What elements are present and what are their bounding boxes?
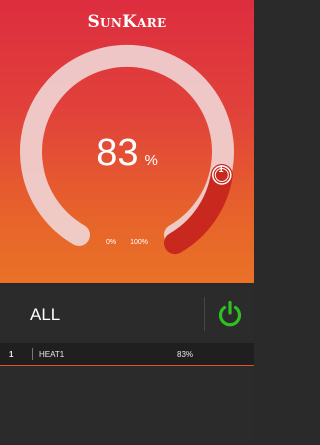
heater-control-panel: SunKare 83% 1 0% 100% bbox=[0, 0, 254, 283]
gauge-scale: 0% 100% bbox=[0, 239, 254, 246]
zone-value: 83% bbox=[177, 350, 194, 359]
divider bbox=[204, 297, 205, 331]
group-label[interactable]: ALL bbox=[30, 305, 60, 325]
level-value: 83 bbox=[96, 132, 139, 174]
row-separator bbox=[32, 348, 33, 360]
empty-area bbox=[0, 367, 254, 445]
knob-label: 1 bbox=[218, 164, 224, 174]
power-icon[interactable] bbox=[215, 299, 245, 329]
zone-name: HEAT1 bbox=[39, 350, 65, 359]
scale-min-label: 0% bbox=[106, 239, 117, 246]
zone-list: 1 HEAT1 83% bbox=[0, 343, 254, 366]
level-unit: % bbox=[144, 152, 158, 169]
zone-index: 1 bbox=[9, 350, 14, 359]
gauge-fill-arc bbox=[164, 164, 233, 255]
scale-max-label: 100% bbox=[130, 239, 148, 246]
zone-row[interactable]: 1 HEAT1 83% bbox=[0, 343, 254, 366]
group-control-bar: ALL bbox=[0, 287, 254, 340]
app-root: SunKare 83% 1 0% 100% ALL 1 HEAT1 83% bbox=[0, 0, 254, 445]
